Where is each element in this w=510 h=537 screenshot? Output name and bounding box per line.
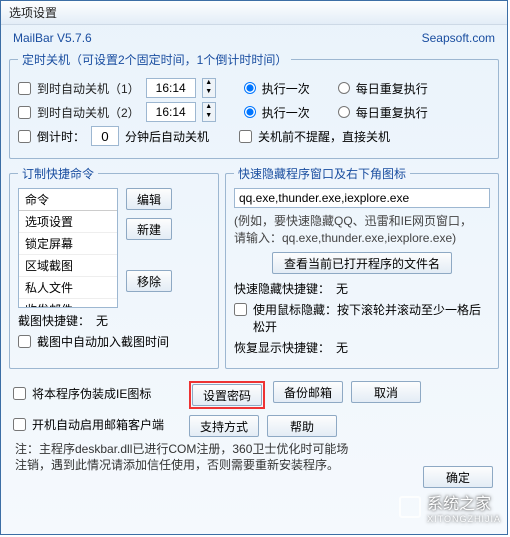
cancel-button[interactable]: 取消 <box>351 381 421 403</box>
fake-ie-checkbox[interactable] <box>13 387 26 400</box>
command-list-header: 命令 <box>19 189 117 211</box>
bottom-area: 将本程序伪装成IE图标 开机自动启用邮箱客户端 设置密码 备份邮箱 取消 支持方… <box>9 381 499 437</box>
shutdown1-once-label: 执行一次 <box>262 80 310 97</box>
list-item[interactable]: 收发邮件 <box>19 299 117 308</box>
shutdown1-time[interactable] <box>146 78 196 98</box>
password-highlight: 设置密码 <box>189 381 265 409</box>
autorun-label: 开机自动启用邮箱客户端 <box>32 416 164 433</box>
watermark-sub: XITONGZHIJIA <box>427 514 501 524</box>
shutdown2-once-label: 执行一次 <box>262 104 310 121</box>
fake-ie-label: 将本程序伪装成IE图标 <box>32 385 151 402</box>
backup-mailbox-button[interactable]: 备份邮箱 <box>273 381 343 403</box>
mouse-hide-label: 使用鼠标隐藏：按下滚轮并滚动至少一格后松开 <box>253 301 490 335</box>
shutdown2-label: 到时自动关机（2） <box>37 104 140 121</box>
shutdown-legend: 定时关机（可设置2个固定时间，1个倒计时时间） <box>18 51 291 68</box>
confirm-button[interactable]: 确定 <box>423 466 493 488</box>
app-version: MailBar V5.7.6 <box>13 31 92 45</box>
shutdown-group: 定时关机（可设置2个固定时间，1个倒计时时间） 到时自动关机（1） ▲▼ 执行一… <box>9 51 499 159</box>
hide-hotkey-label: 快速隐藏快捷键： <box>234 280 330 297</box>
watermark-text: 系统之家 <box>427 490 501 514</box>
countdown-checkbox[interactable] <box>18 130 31 143</box>
capture-addtime-label: 截图中自动加入截图时间 <box>37 333 169 350</box>
header-row: MailBar V5.7.6 Seapsoft.com <box>9 29 499 51</box>
window-titlebar: 选项设置 <box>1 1 507 25</box>
support-button[interactable]: 支持方式 <box>189 415 259 437</box>
mouse-hide-row: 使用鼠标隐藏：按下滚轮并滚动至少一格后松开 <box>234 301 490 335</box>
countdown-suffix: 分钟后自动关机 <box>125 128 209 145</box>
shutdown2-time[interactable] <box>146 102 196 122</box>
window-title: 选项设置 <box>9 6 57 20</box>
hide-hotkey-row: 快速隐藏快捷键： 无 <box>234 280 490 297</box>
list-item[interactable]: 区域截图 <box>19 255 117 277</box>
options-window: 选项设置 MailBar V5.7.6 Seapsoft.com 定时关机（可设… <box>0 0 508 535</box>
shutdown2-checkbox[interactable] <box>18 106 31 119</box>
shutdown-row-1: 到时自动关机（1） ▲▼ 执行一次 每日重复执行 <box>18 78 490 98</box>
no-remind-checkbox[interactable] <box>239 130 252 143</box>
restore-hotkey-value[interactable]: 无 <box>336 339 348 356</box>
countdown-value[interactable] <box>91 126 119 146</box>
autorun-checkbox[interactable] <box>13 418 26 431</box>
capture-hotkey-row: 截图快捷键： 无 <box>18 312 210 329</box>
hide-hint2: 请输入：qq.exe,thunder.exe,iexplore.exe) <box>234 229 490 246</box>
list-item[interactable]: 私人文件 <box>19 277 117 299</box>
hide-hint1: (例如，要快速隐藏QQ、迅雷和IE网页窗口， <box>234 212 490 229</box>
hide-processes-input[interactable] <box>234 188 490 208</box>
help-button[interactable]: 帮助 <box>267 415 337 437</box>
content-area: MailBar V5.7.6 Seapsoft.com 定时关机（可设置2个固定… <box>1 25 507 475</box>
shortcut-group: 订制快捷命令 命令 选项设置 锁定屏幕 区域截图 私人文件 收发邮件 编辑 新建… <box>9 165 219 369</box>
edit-button[interactable]: 编辑 <box>126 188 172 210</box>
restore-hotkey-row: 恢复显示快捷键： 无 <box>234 339 490 356</box>
shortcut-legend: 订制快捷命令 <box>18 165 98 182</box>
shutdown2-daily-radio[interactable] <box>338 106 350 118</box>
capture-hotkey-value[interactable]: 无 <box>96 312 108 329</box>
watermark: 系统之家 XITONGZHIJIA <box>399 490 501 524</box>
vendor-link[interactable]: Seapsoft.com <box>422 31 495 45</box>
shutdown2-once-radio[interactable] <box>244 106 256 118</box>
view-open-programs-button[interactable]: 查看当前已打开程序的文件名 <box>272 252 452 274</box>
shutdown1-daily-radio[interactable] <box>338 82 350 94</box>
countdown-label: 倒计时： <box>37 128 85 145</box>
shutdown-row-2: 到时自动关机（2） ▲▼ 执行一次 每日重复执行 <box>18 102 490 122</box>
shutdown1-daily-label: 每日重复执行 <box>356 80 428 97</box>
shutdown1-label: 到时自动关机（1） <box>37 80 140 97</box>
quickhide-legend: 快速隐藏程序窗口及右下角图标 <box>234 165 410 182</box>
capture-addtime-checkbox[interactable] <box>18 335 31 348</box>
mouse-hide-checkbox[interactable] <box>234 303 247 316</box>
shutdown2-daily-label: 每日重复执行 <box>356 104 428 121</box>
new-button[interactable]: 新建 <box>126 218 172 240</box>
quickhide-group: 快速隐藏程序窗口及右下角图标 (例如，要快速隐藏QQ、迅雷和IE网页窗口， 请输… <box>225 165 499 369</box>
watermark-logo-icon <box>399 496 421 518</box>
note-line2: 注销，遇到此情况请添加信任使用，否则需要重新安装程序。 <box>15 457 493 473</box>
note-line1: 注：主程序deskbar.dll已进行COM注册，360卫士优化时可能场 <box>15 441 493 457</box>
shutdown1-spinner[interactable]: ▲▼ <box>202 78 216 98</box>
no-remind-label: 关机前不提醒，直接关机 <box>258 128 390 145</box>
countdown-row: 倒计时： 分钟后自动关机 关机前不提醒，直接关机 <box>18 126 490 146</box>
shutdown2-spinner[interactable]: ▲▼ <box>202 102 216 122</box>
list-item[interactable]: 锁定屏幕 <box>19 233 117 255</box>
set-password-button[interactable]: 设置密码 <box>192 384 262 406</box>
shutdown1-checkbox[interactable] <box>18 82 31 95</box>
restore-hotkey-label: 恢复显示快捷键： <box>234 339 330 356</box>
list-item[interactable]: 选项设置 <box>19 211 117 233</box>
capture-addtime-row: 截图中自动加入截图时间 <box>18 333 210 350</box>
shutdown1-once-radio[interactable] <box>244 82 256 94</box>
remove-button[interactable]: 移除 <box>126 270 172 292</box>
middle-columns: 订制快捷命令 命令 选项设置 锁定屏幕 区域截图 私人文件 收发邮件 编辑 新建… <box>9 165 499 375</box>
hide-hotkey-value[interactable]: 无 <box>336 280 348 297</box>
command-list[interactable]: 命令 选项设置 锁定屏幕 区域截图 私人文件 收发邮件 <box>18 188 118 308</box>
capture-hotkey-label: 截图快捷键： <box>18 312 90 329</box>
